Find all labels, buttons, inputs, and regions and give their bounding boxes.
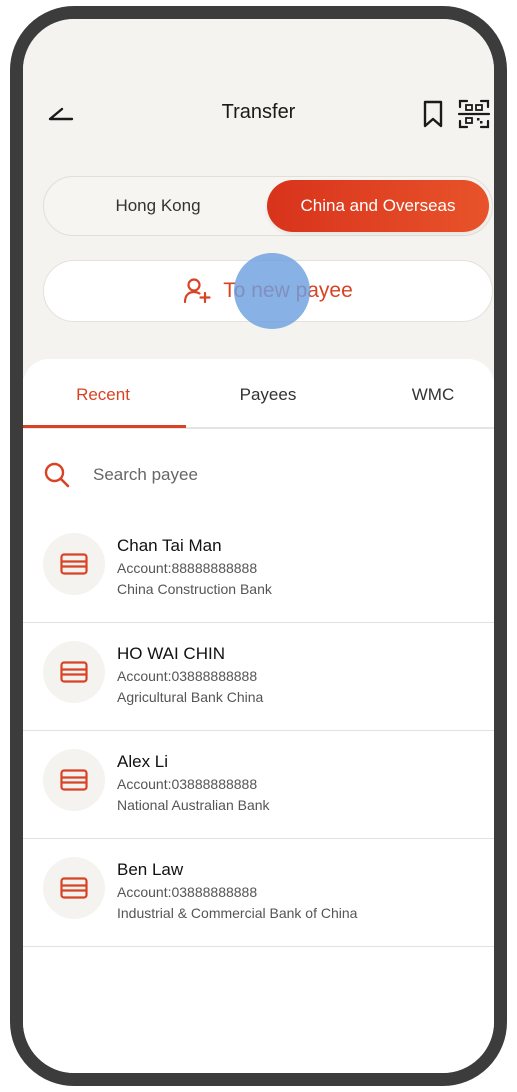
header: Transfer — [23, 93, 494, 133]
payee-name: Alex Li — [117, 752, 169, 771]
qr-scan-icon — [457, 99, 491, 129]
payee-list: Chan Tai Man Account:88888888888 China C… — [23, 515, 494, 947]
tab-bar: Recent Payees WMC — [23, 359, 494, 429]
tab-payees[interactable]: Payees — [188, 385, 348, 405]
bank-card-icon — [60, 769, 88, 791]
add-user-icon — [184, 278, 211, 304]
bank-card-icon — [60, 553, 88, 575]
payee-avatar — [43, 857, 105, 919]
tab-recent[interactable]: Recent — [23, 385, 183, 405]
payee-bank: Industrial & Commercial Bank of China — [117, 905, 358, 921]
payee-bank: Agricultural Bank China — [117, 689, 264, 705]
active-tab-indicator — [23, 425, 186, 428]
tab-wmc[interactable]: WMC — [353, 385, 494, 405]
payee-item[interactable]: Alex Li Account:03888888888 National Aus… — [23, 731, 494, 839]
bookmark-button[interactable] — [419, 99, 447, 129]
payee-item[interactable]: Ben Law Account:03888888888 Industrial &… — [23, 839, 494, 947]
bank-card-icon — [60, 877, 88, 899]
segment-hong-kong[interactable]: Hong Kong — [47, 180, 269, 232]
payee-bank: National Australian Bank — [117, 797, 270, 813]
segment-china-overseas[interactable]: China and Overseas — [267, 180, 489, 232]
payee-panel: Recent Payees WMC Chan Tai — [23, 359, 494, 1073]
payee-name: Chan Tai Man — [117, 536, 222, 555]
payee-account: Account:03888888888 — [117, 776, 258, 792]
touch-indicator — [234, 253, 310, 329]
payee-avatar — [43, 749, 105, 811]
search-bar — [23, 451, 494, 499]
payee-name: HO WAI CHIN — [117, 644, 225, 663]
payee-account: Account:03888888888 — [117, 884, 258, 900]
payee-avatar — [43, 533, 105, 595]
payee-account: Account:03888888888 — [117, 668, 258, 684]
payee-name: Ben Law — [117, 860, 184, 879]
phone-frame: Transfer Hong Kong China and Overseas pa… — [10, 6, 507, 1086]
payee-item[interactable]: HO WAI CHIN Account:03888888888 Agricult… — [23, 623, 494, 731]
region-segmented-control: Hong Kong China and Overseas — [43, 176, 493, 236]
search-input[interactable] — [93, 459, 453, 491]
payee-avatar — [43, 641, 105, 703]
payee-account: Account:88888888888 — [117, 560, 258, 576]
payee-item[interactable]: Chan Tai Man Account:88888888888 China C… — [23, 515, 494, 623]
bookmark-icon — [423, 100, 443, 128]
payee-bank: China Construction Bank — [117, 581, 272, 597]
qr-scan-button[interactable] — [457, 97, 491, 131]
search-icon — [44, 462, 70, 488]
bank-card-icon — [60, 661, 88, 683]
